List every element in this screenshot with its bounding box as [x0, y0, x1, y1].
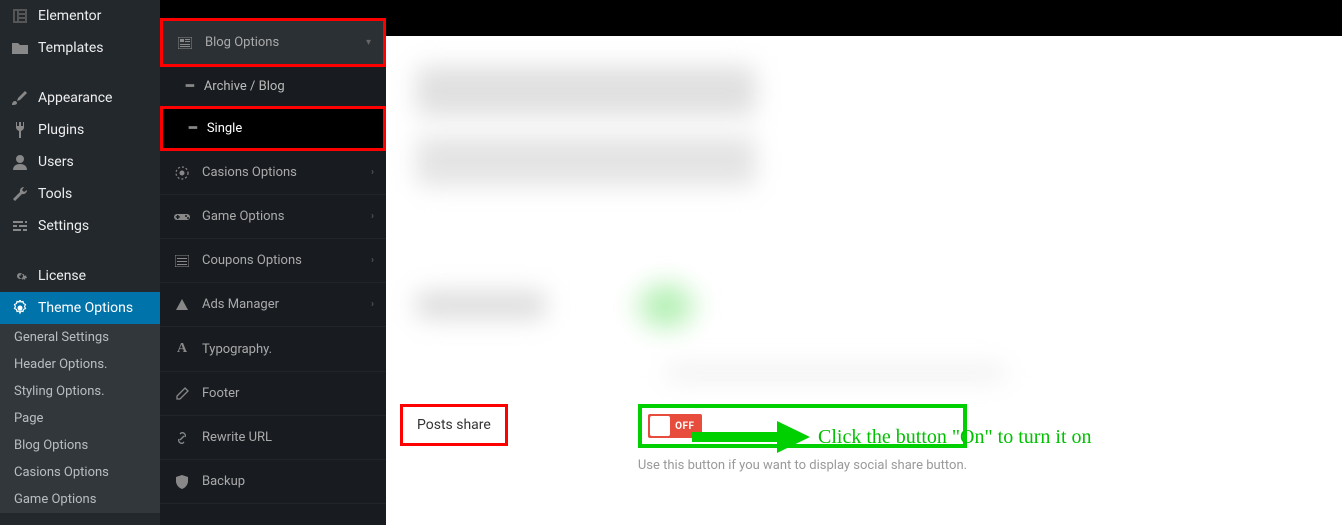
submenu-casions-options[interactable]: Casions Options [0, 459, 160, 486]
sidebar-item-users[interactable]: Users [0, 146, 160, 178]
wp-admin-sidebar: Elementor Templates Appearance Plugins [0, 0, 160, 525]
opts-blog-options[interactable]: Blog Options ▾ [160, 18, 386, 67]
sidebar-item-tools[interactable]: Tools [0, 178, 160, 210]
top-bar [386, 0, 1342, 36]
dash-icon: ━ [189, 121, 197, 136]
chevron-down-icon: ▾ [366, 37, 371, 48]
posts-share-label: Posts share [400, 404, 508, 446]
submenu-styling-options[interactable]: Styling Options. [0, 378, 160, 405]
menu-label: Elementor [38, 8, 101, 24]
annotation-text: Click the button "On" to turn it on [818, 426, 1092, 449]
sidebar-item-settings[interactable]: Settings [0, 210, 160, 242]
opts-footer[interactable]: Footer [160, 372, 386, 416]
dash-icon: ━ [186, 79, 194, 94]
opts-section-label: Blog Options [205, 35, 279, 50]
blurred-content [416, 66, 756, 116]
submenu-game-options[interactable]: Game Options [0, 486, 160, 513]
opts-section-label: Coupons Options [202, 253, 302, 268]
submenu-page[interactable]: Page [0, 405, 160, 432]
sidebar-item-templates[interactable]: Templates [0, 32, 160, 64]
warning-icon [172, 298, 192, 312]
menu-label: Tools [38, 186, 72, 202]
opts-section-label: Ads Manager [202, 297, 279, 312]
menu-label: Appearance [38, 90, 112, 106]
toggle-knob [650, 416, 670, 436]
opts-section-label: Backup [202, 474, 245, 489]
wp-submenu: General Settings Header Options. Styling… [0, 324, 160, 513]
plug-icon [10, 122, 30, 138]
help-text: Use this button if you want to display s… [638, 458, 967, 473]
submenu-general-settings[interactable]: General Settings [0, 324, 160, 351]
opts-ads-manager[interactable]: Ads Manager › [160, 283, 386, 327]
sidebar-item-plugins[interactable]: Plugins [0, 114, 160, 146]
chevron-right-icon: › [371, 299, 374, 310]
opts-section-label: Casions Options [202, 165, 297, 180]
gear-icon [10, 268, 30, 284]
sidebar-item-appearance[interactable]: Appearance [0, 82, 160, 114]
folder-icon [10, 41, 30, 55]
theme-options-sidebar: Blog Options ▾ ━ Archive / Blog ━ Single… [160, 0, 386, 525]
font-icon: A [172, 341, 192, 357]
opts-section-label: Rewrite URL [202, 430, 272, 445]
elementor-icon [10, 9, 30, 23]
arrow-icon [692, 419, 812, 455]
sidebar-item-elementor[interactable]: Elementor [0, 0, 160, 32]
edit-icon [172, 387, 192, 401]
opts-rewrite-url[interactable]: Rewrite URL [160, 416, 386, 460]
blurred-content [666, 366, 1006, 380]
opts-sub-label: Single [207, 121, 242, 136]
list-icon [172, 255, 192, 267]
content-area: Posts share OFF Use this button if you w… [386, 0, 1342, 525]
opts-sub-single[interactable]: ━ Single [160, 106, 386, 151]
sliders-icon [10, 218, 30, 234]
menu-label: Templates [38, 40, 104, 56]
blurred-content [416, 291, 546, 319]
gamepad-icon [172, 212, 192, 222]
chevron-right-icon: › [371, 255, 374, 266]
opts-game-options[interactable]: Game Options › [160, 195, 386, 239]
submenu-header-options[interactable]: Header Options. [0, 351, 160, 378]
chevron-right-icon: › [371, 167, 374, 178]
blurred-content [631, 281, 701, 331]
sidebar-item-license[interactable]: License [0, 260, 160, 292]
opts-section-label: Typography. [202, 342, 272, 357]
menu-label: Users [38, 154, 74, 170]
shield-icon [172, 475, 192, 489]
layout-icon [175, 37, 195, 49]
annotation-arrow-wrap: Click the button "On" to turn it on [692, 419, 1092, 455]
opts-section-label: Footer [202, 386, 239, 401]
opts-sub-archive[interactable]: ━ Archive / Blog [160, 67, 386, 106]
link-icon [172, 431, 192, 445]
blurred-content [416, 136, 756, 186]
menu-label: License [38, 268, 86, 284]
user-icon [10, 154, 30, 170]
chip-icon [172, 166, 192, 180]
wrench-icon [10, 186, 30, 202]
menu-label: Theme Options [38, 300, 133, 316]
gear-icon [10, 300, 30, 316]
menu-label: Plugins [38, 122, 84, 138]
sidebar-item-theme-options[interactable]: Theme Options [0, 292, 160, 324]
chevron-right-icon: › [371, 211, 374, 222]
opts-section-label: Game Options [202, 209, 284, 224]
menu-label: Settings [38, 218, 89, 234]
brush-icon [10, 90, 30, 106]
opts-coupons-options[interactable]: Coupons Options › [160, 239, 386, 283]
opts-sub-label: Archive / Blog [204, 79, 285, 94]
opts-typography[interactable]: A Typography. [160, 327, 386, 372]
opts-backup[interactable]: Backup [160, 460, 386, 504]
opts-casions-options[interactable]: Casions Options › [160, 151, 386, 195]
submenu-blog-options[interactable]: Blog Options [0, 432, 160, 459]
